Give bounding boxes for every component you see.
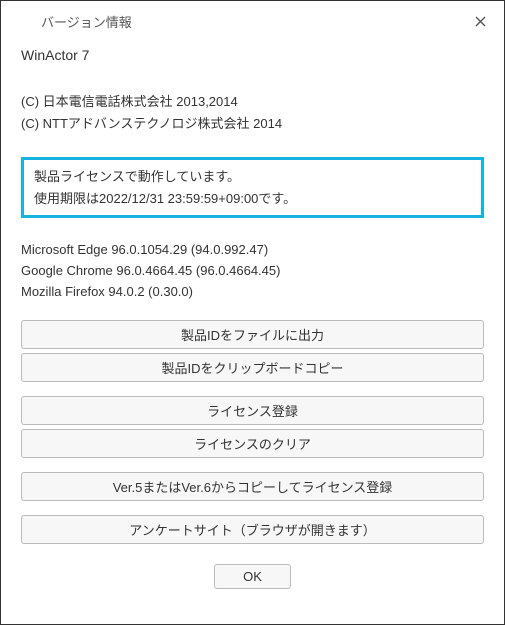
browser-versions-block: Microsoft Edge 96.0.1054.29 (94.0.992.47… xyxy=(21,240,484,302)
copyright-line-1: (C) 日本電信電話株式会社 2013,2014 xyxy=(21,91,484,113)
product-name: WinActor 7 xyxy=(21,47,484,63)
browser-chrome: Google Chrome 96.0.4664.45 (96.0.4664.45… xyxy=(21,261,484,282)
export-product-id-file-button[interactable]: 製品IDをファイルに出力 xyxy=(21,320,484,349)
copy-product-id-clipboard-button[interactable]: 製品IDをクリップボードコピー xyxy=(21,353,484,382)
license-buttons: ライセンス登録 ライセンスのクリア xyxy=(21,396,484,458)
product-id-buttons: 製品IDをファイルに出力 製品IDをクリップボードコピー xyxy=(21,320,484,382)
register-license-button[interactable]: ライセンス登録 xyxy=(21,396,484,425)
version-info-dialog: バージョン情報 WinActor 7 (C) 日本電信電話株式会社 2013,2… xyxy=(0,0,505,625)
browser-firefox: Mozilla Firefox 94.0.2 (0.30.0) xyxy=(21,282,484,303)
survey-buttons: アンケートサイト（ブラウザが開きます） xyxy=(21,515,484,544)
titlebar: バージョン情報 xyxy=(1,1,504,41)
migration-buttons: Ver.5またはVer.6からコピーしてライセンス登録 xyxy=(21,472,484,501)
license-status-text: 製品ライセンスで動作しています。 xyxy=(34,166,471,187)
ok-button[interactable]: OK xyxy=(214,564,291,589)
copy-from-v5v6-button[interactable]: Ver.5またはVer.6からコピーしてライセンス登録 xyxy=(21,472,484,501)
dialog-title: バージョン情報 xyxy=(41,12,132,31)
clear-license-button[interactable]: ライセンスのクリア xyxy=(21,429,484,458)
ok-row: OK xyxy=(21,558,484,603)
license-status-box: 製品ライセンスで動作しています。 使用期限は2022/12/31 23:59:5… xyxy=(21,157,484,218)
license-expiry-text: 使用期限は2022/12/31 23:59:59+09:00です。 xyxy=(34,188,471,209)
browser-edge: Microsoft Edge 96.0.1054.29 (94.0.992.47… xyxy=(21,240,484,261)
survey-site-button[interactable]: アンケートサイト（ブラウザが開きます） xyxy=(21,515,484,544)
dialog-content: WinActor 7 (C) 日本電信電話株式会社 2013,2014 (C) … xyxy=(1,41,504,624)
copyright-line-2: (C) NTTアドバンステクノロジ株式会社 2014 xyxy=(21,113,484,135)
copyright-block: (C) 日本電信電話株式会社 2013,2014 (C) NTTアドバンステクノ… xyxy=(21,91,484,135)
close-button[interactable] xyxy=(468,9,492,33)
close-icon xyxy=(475,16,486,27)
